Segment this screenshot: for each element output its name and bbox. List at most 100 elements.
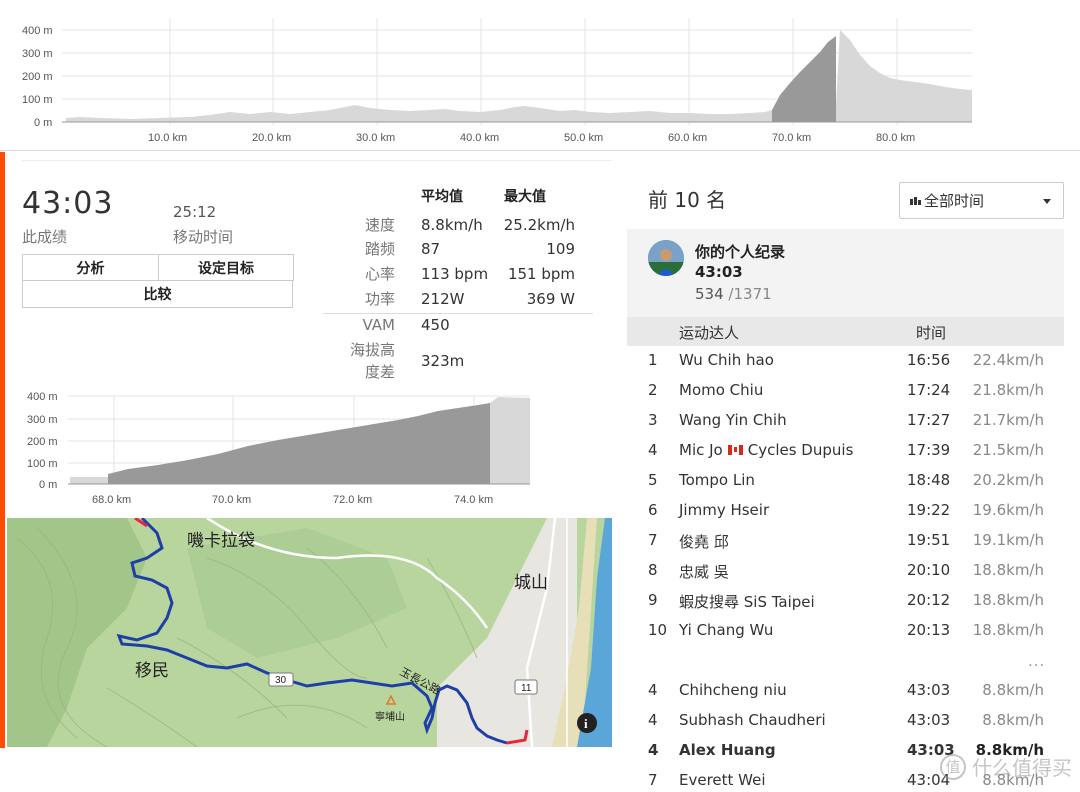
- stat-avg-power: 212W: [421, 290, 465, 308]
- stat-elevation: 323m: [421, 352, 465, 370]
- leaderboard-row[interactable]: 6 Jimmy Hseir 19:22 19.6km/h: [627, 496, 1064, 526]
- top-ytick-400: 400 m: [22, 25, 53, 37]
- moving-time-label: 移动时间: [173, 228, 234, 246]
- leaderboard-row[interactable]: 4 Chihcheng niu 43:03 8.8km/h: [627, 676, 1064, 706]
- athlete-link[interactable]: Everett Wei: [679, 771, 766, 789]
- top-xtick-60: 60.0 km: [668, 132, 707, 144]
- canada-flag-icon: [727, 444, 743, 455]
- stat-max-speed: 25.2km/h: [503, 216, 575, 234]
- small-xtick-70: 70.0 km: [212, 494, 251, 506]
- leaderboard-row[interactable]: 3 Wang Yin Chih 17:27 21.7km/h: [627, 406, 1064, 436]
- leaderboard-ellipsis: ...: [1028, 652, 1046, 670]
- effort-time-label: 此成绩: [22, 228, 68, 246]
- small-ytick-300: 300 m: [27, 414, 58, 426]
- top-ytick-100: 100 m: [22, 94, 53, 106]
- stat-label-cadence: 踏频: [364, 240, 395, 258]
- leaderboard-row[interactable]: 5 Tompo Lin 18:48 20.2km/h: [627, 466, 1064, 496]
- stat-max-heartrate: 151 bpm: [507, 265, 575, 283]
- avatar: [648, 240, 684, 276]
- watermark-text: 什么值得买: [972, 756, 1072, 780]
- small-ytick-0: 0 m: [39, 479, 57, 491]
- leaderboard-row[interactable]: 9 蝦皮搜尋 SiS Taipei 20:12 18.8km/h: [627, 586, 1064, 616]
- stat-max-cadence: 109: [546, 240, 575, 258]
- top-xtick-30: 30.0 km: [356, 132, 395, 144]
- athlete-link[interactable]: Mic Jo Cycles Dupuis: [679, 441, 853, 459]
- athlete-link[interactable]: Tompo Lin: [679, 471, 755, 489]
- athlete-link[interactable]: Subhash Chaudheri: [679, 711, 826, 729]
- map-label-place2: 移民: [135, 661, 169, 680]
- leaderboard-row[interactable]: 1 Wu Chih hao 16:56 22.4km/h: [627, 346, 1064, 376]
- athlete-link[interactable]: Wang Yin Chih: [679, 411, 787, 429]
- top-ytick-300: 300 m: [22, 48, 53, 60]
- athlete-link[interactable]: Yi Chang Wu: [679, 621, 773, 639]
- stat-label-vam: VAM: [362, 316, 395, 334]
- small-ytick-400: 400 m: [27, 391, 58, 403]
- map-label-place3: 城山: [514, 573, 548, 592]
- road-number-30: 30: [275, 675, 287, 686]
- athlete-link[interactable]: Momo Chiu: [679, 381, 763, 399]
- leaderboard-row[interactable]: 2 Momo Chiu 17:24 21.8km/h: [627, 376, 1064, 406]
- map-label-place1: 嘰卡拉袋: [187, 531, 255, 550]
- stats-max-header: 最大值: [504, 189, 546, 205]
- divider: [22, 160, 612, 161]
- top-xtick-10: 10.0 km: [148, 132, 187, 144]
- athlete-link[interactable]: Wu Chih hao: [679, 351, 774, 369]
- stats-avg-header: 平均值: [421, 189, 463, 205]
- top-xtick-80: 80.0 km: [876, 132, 915, 144]
- top-elevation-highlight: [772, 36, 836, 122]
- effort-elevation-profile: 400 m 300 m 200 m 100 m 0 m 68.0 km 70.0…: [18, 388, 538, 514]
- time-filter-dropdown[interactable]: 全部时间: [899, 182, 1064, 219]
- stat-label-heartrate: 心率: [364, 265, 395, 283]
- top-ytick-200: 200 m: [22, 71, 53, 83]
- set-goal-button[interactable]: 设定目标: [158, 254, 294, 281]
- personal-record-card: 你的个人纪录 43:03 534 /1371: [627, 229, 1064, 317]
- info-icon-glyph: i: [584, 716, 588, 731]
- stat-label-power: 功率: [364, 290, 395, 308]
- small-elevation-area: [108, 403, 490, 484]
- stat-label-speed: 速度: [364, 216, 395, 234]
- compare-button[interactable]: 比较: [22, 280, 293, 308]
- chevron-down-icon: [1043, 199, 1051, 204]
- stat-avg-speed: 8.8km/h: [421, 216, 483, 234]
- leaderboard-header: 运动达人 时间: [627, 317, 1064, 346]
- stat-vam: 450: [421, 316, 450, 334]
- small-xtick-72: 72.0 km: [333, 494, 372, 506]
- leaderboard-row[interactable]: 8 忠威 吳 20:10 18.8km/h: [627, 556, 1064, 586]
- stat-avg-heartrate: 113 bpm: [421, 265, 489, 283]
- pr-title: 你的个人纪录: [695, 243, 786, 261]
- header-time: 时间: [916, 324, 947, 342]
- small-xtick-68: 68.0 km: [92, 494, 131, 506]
- analyze-button[interactable]: 分析: [22, 254, 159, 281]
- top-xtick-20: 20.0 km: [252, 132, 291, 144]
- athlete-link[interactable]: 俊堯 邱: [679, 531, 729, 552]
- leaderboard-row[interactable]: 7 俊堯 邱 19:51 19.1km/h: [627, 526, 1064, 556]
- top-ytick-0: 0 m: [34, 117, 52, 129]
- time-filter-value: 全部时间: [924, 192, 985, 210]
- leaderboard-title: 前 10 名: [648, 188, 727, 212]
- watermark: 值 什么值得买: [940, 752, 1072, 781]
- athlete-link[interactable]: 忠威 吳: [679, 561, 729, 582]
- athlete-link[interactable]: Jimmy Hseir: [679, 501, 769, 519]
- small-elevation-pre: [70, 477, 108, 484]
- header-athlete: 运动达人: [679, 324, 740, 342]
- small-ytick-100: 100 m: [27, 458, 58, 470]
- stat-max-power: 369 W: [526, 290, 575, 308]
- top-xtick-70: 70.0 km: [772, 132, 811, 144]
- moving-time: 25:12: [173, 203, 217, 221]
- map-label-peak: 寧埔山: [375, 710, 405, 723]
- athlete-link[interactable]: Alex Huang: [679, 741, 776, 759]
- top-xtick-40: 40.0 km: [460, 132, 499, 144]
- road-number-11: 11: [521, 683, 532, 694]
- top-xtick-50: 50.0 km: [564, 132, 603, 144]
- leaderboard-row[interactable]: 10 Yi Chang Wu 20:13 18.8km/h: [627, 616, 1064, 646]
- selected-segment-indicator: [0, 152, 5, 792]
- athlete-link[interactable]: 蝦皮搜尋 SiS Taipei: [679, 591, 815, 612]
- segment-map[interactable]: 嘰卡拉袋 移民 城山 玉長公路 寧埔山 30 11 i: [7, 518, 612, 747]
- stat-label-elevation-2: 度差: [364, 363, 395, 381]
- segment-elevation-profile: 400 m 300 m 200 m 100 m 0 m 10.0 km 20.0…: [0, 0, 1080, 150]
- athlete-link[interactable]: Chihcheng niu: [679, 681, 787, 699]
- leaderboard-row[interactable]: 4 Mic Jo Cycles Dupuis 17:39 21.5km/h: [627, 436, 1064, 466]
- stat-label-elevation-1: 海拔高: [349, 341, 395, 359]
- pr-time: 43:03: [695, 263, 743, 281]
- leaderboard-row[interactable]: 4 Subhash Chaudheri 43:03 8.8km/h: [627, 706, 1064, 736]
